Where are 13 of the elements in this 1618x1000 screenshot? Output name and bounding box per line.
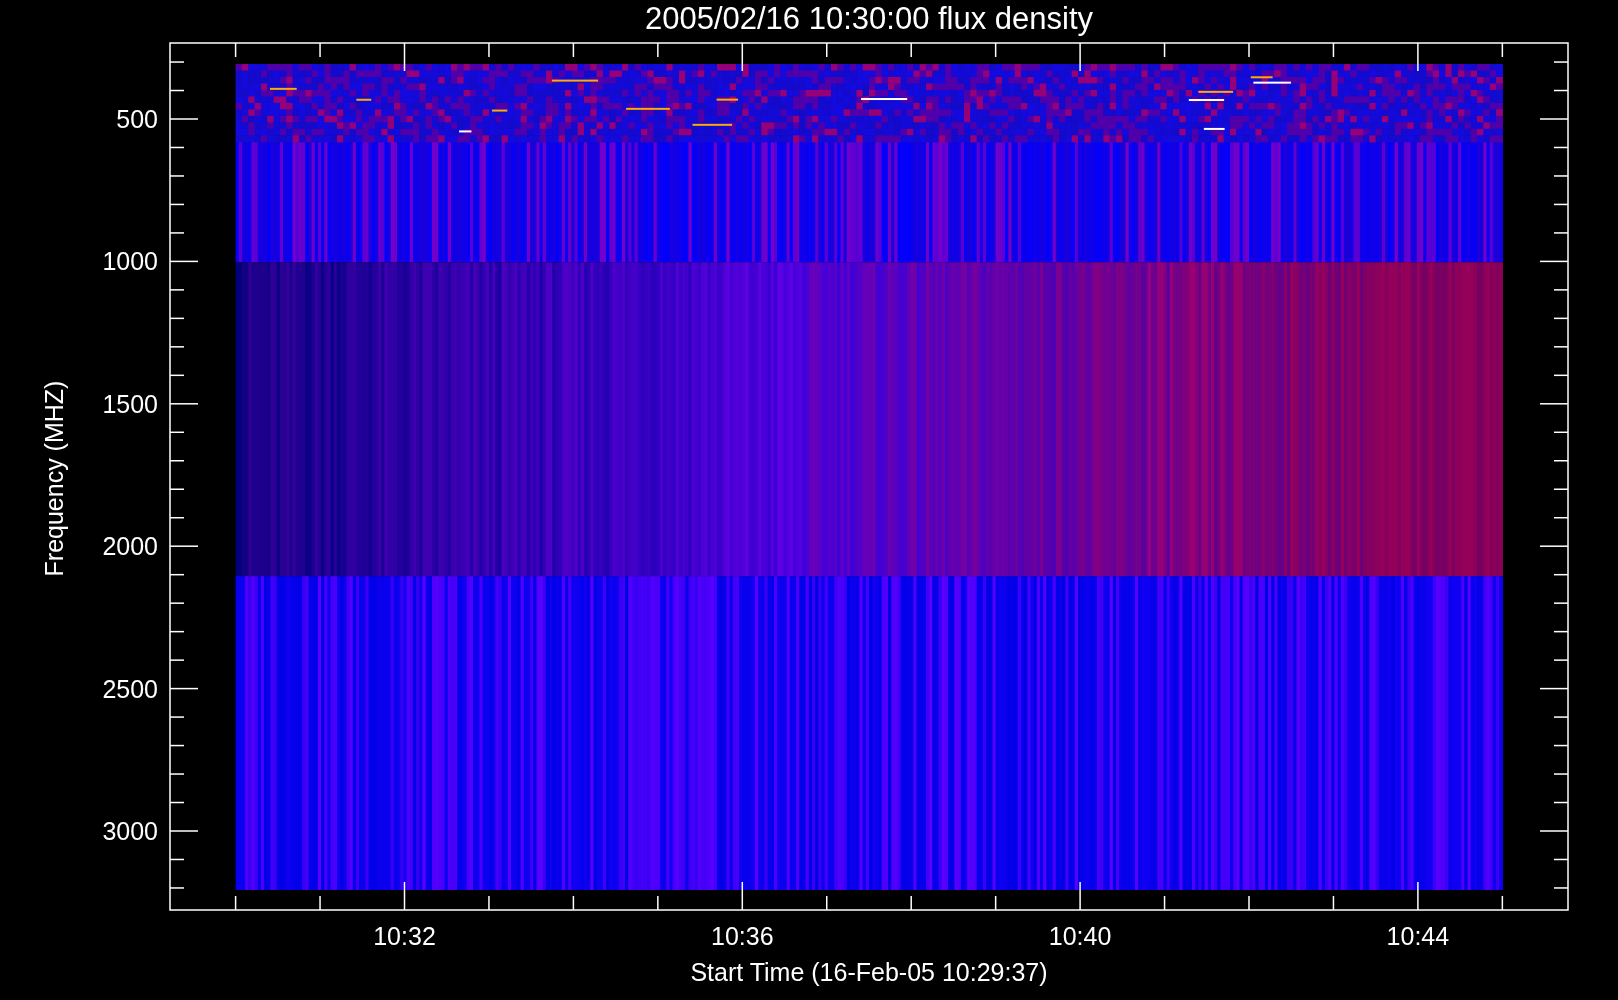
y-tick-label: 1500 <box>102 389 158 418</box>
y-axis-label: Frequency (MHZ) <box>40 380 70 576</box>
x-tick-label: 10:32 <box>373 922 436 950</box>
y-tick-label: 500 <box>116 105 158 133</box>
y-tick-label: 1000 <box>102 247 158 276</box>
x-tick-label: 10:44 <box>1386 922 1450 950</box>
x-tick-label: 10:40 <box>1048 922 1112 950</box>
x-tick-label: 10:36 <box>711 922 774 950</box>
y-tick-label: 2500 <box>102 674 158 703</box>
y-tick-label: 2000 <box>102 532 158 561</box>
chart-title: 2005/02/16 10:30:00 flux density <box>643 0 1095 38</box>
x-axis-label: Start Time (16-Feb-05 10:29:37) <box>690 958 1048 987</box>
y-tick-label: 3000 <box>102 817 158 845</box>
